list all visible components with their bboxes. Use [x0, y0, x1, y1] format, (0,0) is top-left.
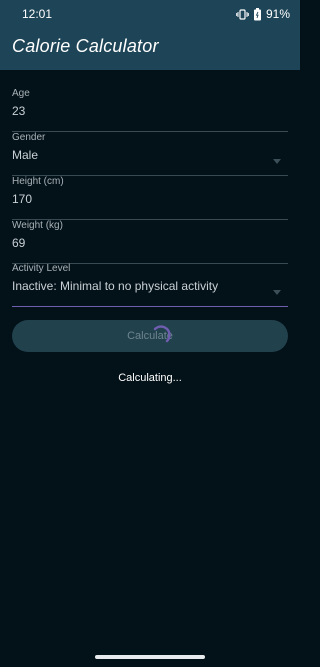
gender-label: Gender: [12, 132, 46, 143]
app-title: Calorie Calculator: [12, 36, 159, 56]
weight-input[interactable]: 69: [12, 236, 25, 250]
loading-spinner-icon: [149, 324, 173, 348]
chevron-down-icon: [273, 152, 281, 164]
age-label: Age: [12, 88, 30, 99]
height-field[interactable]: Height (cm) 170: [12, 176, 288, 220]
status-time: 12:01: [22, 7, 53, 21]
gender-select[interactable]: Gender Male: [12, 132, 288, 176]
age-input[interactable]: 23: [12, 104, 25, 118]
calculate-button[interactable]: Calculate: [12, 320, 288, 352]
status-bar: 12:01 91%: [0, 0, 300, 28]
home-indicator[interactable]: [95, 655, 205, 659]
height-label: Height (cm): [12, 176, 64, 187]
gender-value[interactable]: Male: [12, 148, 38, 162]
activity-level-label: Activity Level: [12, 263, 71, 274]
battery-level: 91%: [265, 7, 290, 21]
vibrate-icon: [236, 8, 249, 21]
weight-field[interactable]: Weight (kg) 69: [12, 220, 288, 264]
activity-level-value[interactable]: Inactive: Minimal to no physical activit…: [12, 279, 218, 293]
chevron-down-icon: [273, 283, 281, 295]
app-header: 12:01 91% Calorie Calculator: [0, 0, 300, 70]
activity-level-select[interactable]: Activity Level Inactive: Minimal to no p…: [12, 263, 288, 307]
weight-label: Weight (kg): [12, 220, 63, 231]
status-icons: 91%: [236, 6, 290, 22]
calculating-status: Calculating...: [118, 372, 182, 384]
age-field[interactable]: Age 23: [12, 88, 288, 132]
height-input[interactable]: 170: [12, 192, 32, 206]
battery-icon: [253, 7, 262, 21]
